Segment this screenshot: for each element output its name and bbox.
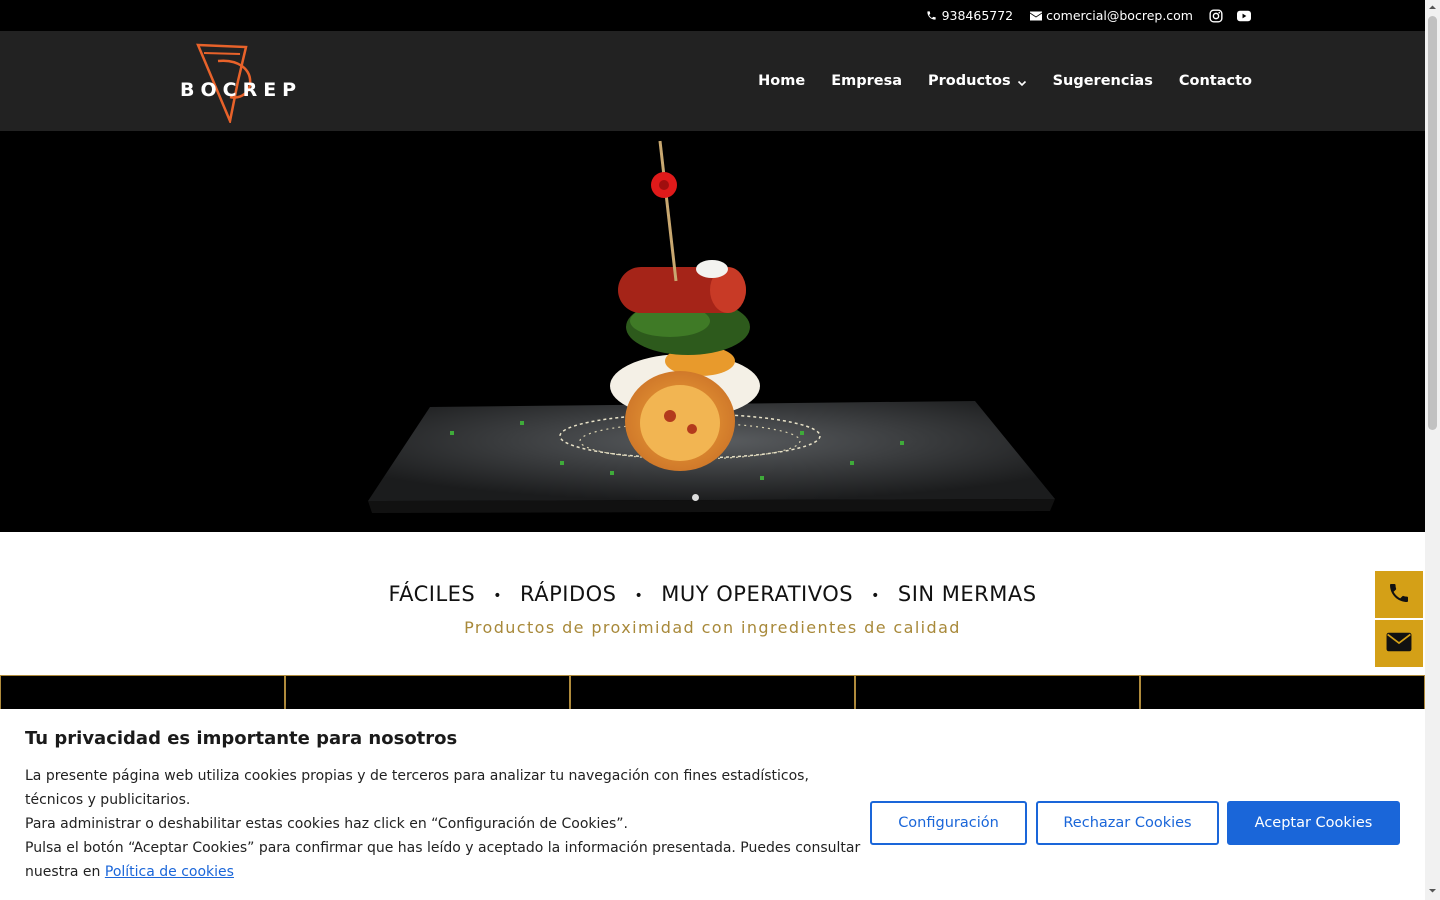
- slider-dot-active[interactable]: [692, 494, 699, 501]
- product-tile[interactable]: [0, 675, 285, 711]
- hero-food-image: [368, 140, 1055, 513]
- feature-separator: •: [634, 588, 644, 604]
- social-links: [1209, 8, 1251, 23]
- product-tile[interactable]: [570, 675, 855, 711]
- nav-productos[interactable]: Productos: [928, 73, 1027, 89]
- main-header: BOCREP Home Empresa Productos Sugerencia…: [0, 31, 1425, 131]
- logo-wordmark: BOCREP: [180, 79, 303, 101]
- nav-contacto-label: Contacto: [1178, 73, 1252, 89]
- features-list: FÁCILES • RÁPIDOS • MUY OPERATIVOS • SIN…: [0, 582, 1425, 610]
- product-tiles: [0, 675, 1425, 711]
- cookie-paragraph-3: Pulsa el botón “Aceptar Cookies” para co…: [25, 836, 865, 884]
- feature-item: RÁPIDOS: [520, 582, 617, 606]
- youtube-icon[interactable]: [1237, 9, 1251, 23]
- nav-contacto[interactable]: Contacto: [1179, 73, 1252, 89]
- nav-empresa-label: Empresa: [831, 73, 903, 89]
- bocrep-logo[interactable]: BOCREP: [178, 41, 296, 123]
- envelope-icon: [1386, 632, 1412, 656]
- float-email-button[interactable]: [1375, 620, 1423, 667]
- feature-item: MUY OPERATIVOS: [661, 582, 854, 606]
- nav-empresa[interactable]: Empresa: [831, 73, 902, 89]
- feature-item: FÁCILES: [388, 582, 476, 606]
- nav-sugerencias[interactable]: Sugerencias: [1053, 73, 1153, 89]
- phone-icon: [925, 9, 939, 23]
- cookie-config-button[interactable]: Configuración: [870, 801, 1027, 845]
- features-tagline: Productos de proximidad con ingredientes…: [464, 618, 961, 637]
- chevron-down-icon: [1017, 76, 1027, 87]
- topbar-phone: 938465772: [941, 8, 1014, 23]
- feature-separator: •: [493, 588, 503, 604]
- features-section: FÁCILES • RÁPIDOS • MUY OPERATIVOS • SIN…: [0, 532, 1425, 676]
- scroll-down-icon[interactable]: [1428, 886, 1437, 895]
- nav-home-label: Home: [758, 73, 806, 89]
- feature-item: SIN MERMAS: [897, 582, 1037, 606]
- nav-sugerencias-label: Sugerencias: [1052, 73, 1153, 89]
- cookie-banner: Tu privacidad es importante para nosotro…: [0, 709, 1425, 900]
- cookie-accept-button[interactable]: Aceptar Cookies: [1227, 801, 1400, 845]
- nav-home[interactable]: Home: [758, 73, 805, 89]
- topbar-email: comercial@bocrep.com: [1046, 8, 1193, 23]
- page-scrollbar[interactable]: [1425, 0, 1440, 900]
- feature-separator: •: [871, 588, 880, 604]
- scroll-up-icon[interactable]: [1428, 3, 1437, 12]
- top-bar: 938465772 comercial@bocrep.com: [0, 0, 1425, 31]
- float-phone-button[interactable]: [1375, 571, 1423, 618]
- instagram-icon[interactable]: [1209, 8, 1223, 23]
- cookie-reject-button[interactable]: Rechazar Cookies: [1036, 801, 1219, 845]
- phone-icon: [1387, 581, 1411, 609]
- scrollbar-thumb[interactable]: [1428, 16, 1437, 430]
- envelope-icon: [1029, 9, 1043, 23]
- product-tile[interactable]: [855, 675, 1140, 711]
- cookie-paragraph-1: La presente página web utiliza cookies p…: [25, 768, 809, 808]
- cookie-policy-link[interactable]: Política de cookies: [105, 864, 234, 880]
- product-tile[interactable]: [1140, 675, 1425, 711]
- product-tile[interactable]: [285, 675, 570, 711]
- hero-slider: [0, 131, 1425, 532]
- cookie-paragraph-2: Para administrar o deshabilitar estas co…: [25, 816, 628, 832]
- topbar-email-link[interactable]: comercial@bocrep.com: [1029, 8, 1193, 23]
- cookie-text: La presente página web utiliza cookies p…: [25, 764, 865, 884]
- main-nav: Home Empresa Productos Sugerencias Conta…: [758, 31, 1252, 131]
- cookie-title: Tu privacidad es importante para nosotro…: [25, 728, 458, 749]
- topbar-phone-link[interactable]: 938465772: [925, 8, 1014, 23]
- nav-productos-label: Productos: [928, 73, 1011, 89]
